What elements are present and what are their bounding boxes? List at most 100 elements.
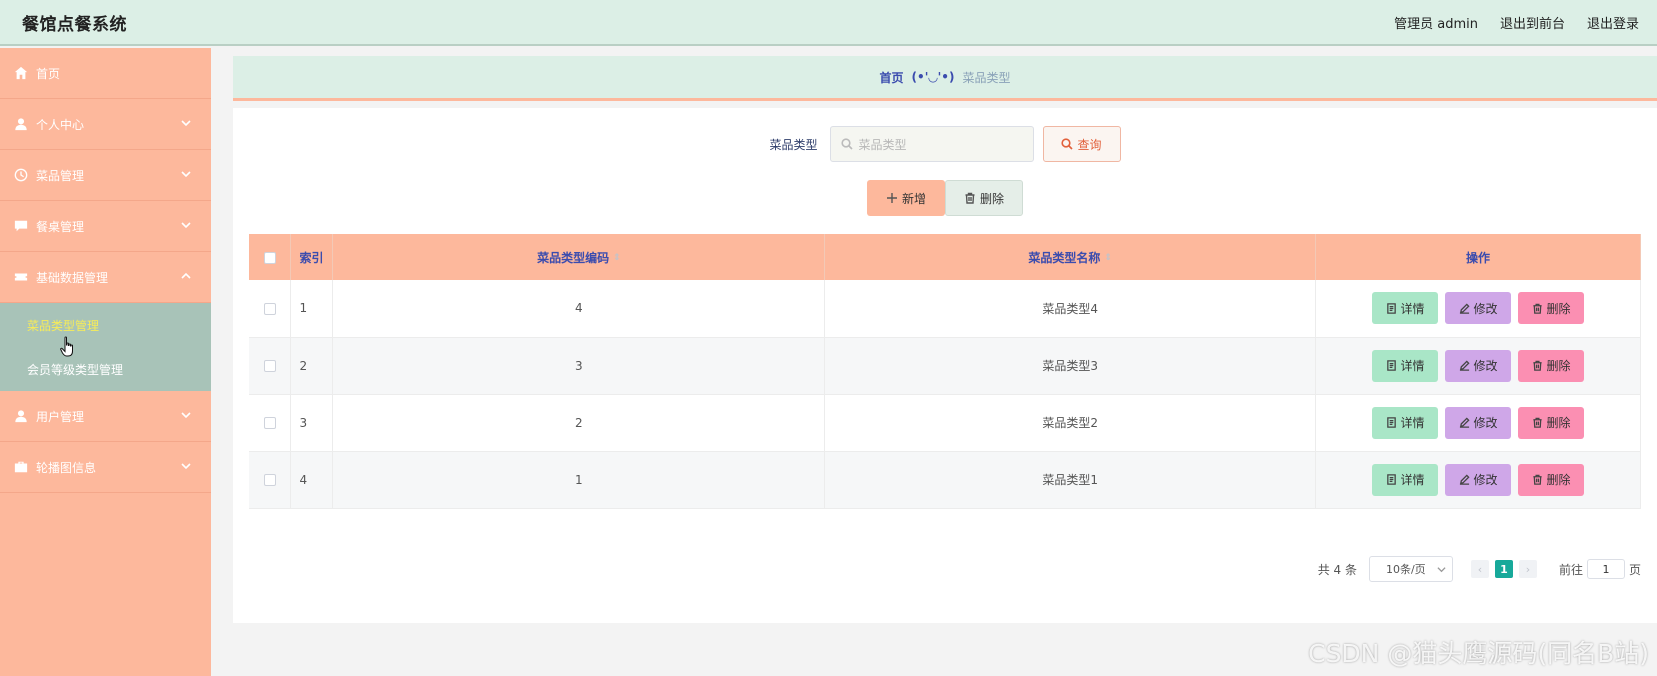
trash-icon <box>1532 303 1542 314</box>
sidebar-item-label: 菜品管理 <box>36 168 85 183</box>
edit-icon <box>1459 474 1470 485</box>
column-header-name[interactable]: 菜品类型名称 ⇕ <box>824 234 1317 280</box>
query-button-label: 查询 <box>1077 137 1102 152</box>
search-input[interactable]: 菜品类型 <box>829 126 1034 162</box>
row-check-cell[interactable] <box>249 280 292 338</box>
detail-button[interactable]: 详情 <box>1372 406 1439 439</box>
exit-to-front-link[interactable]: 退出到前台 <box>1500 13 1565 32</box>
edit-button[interactable]: 修改 <box>1445 292 1512 325</box>
page-number-current[interactable]: 1 <box>1494 560 1513 578</box>
search-placeholder: 菜品类型 <box>858 137 907 152</box>
row-actions: 详情 修改 删除 <box>1315 451 1641 509</box>
detail-button[interactable]: 详情 <box>1372 292 1439 325</box>
trash-icon <box>1532 360 1542 371</box>
select-all-cell[interactable] <box>249 234 292 280</box>
add-button[interactable]: 新增 <box>867 180 945 216</box>
next-page-button[interactable]: › <box>1518 560 1537 578</box>
sidebar-item-label: 首页 <box>36 66 61 81</box>
submenu-item-member-level-type[interactable]: 会员等级类型管理 <box>0 347 211 391</box>
sort-icon[interactable]: ⇕ <box>613 253 621 263</box>
search-form: 菜品类型 菜品类型 查询 <box>233 126 1657 162</box>
sidebar-item-personal-center[interactable]: 个人中心 <box>0 99 211 150</box>
edit-icon <box>1459 303 1470 314</box>
edit-button-label: 修改 <box>1473 473 1498 487</box>
edit-button[interactable]: 修改 <box>1445 406 1512 439</box>
row-check-cell[interactable] <box>249 394 292 452</box>
action-buttons: 新增 删除 <box>233 180 1657 216</box>
document-icon <box>1386 360 1396 371</box>
sidebar-item-label: 用户管理 <box>36 409 85 424</box>
page-size-select[interactable]: 10条/页 <box>1368 556 1453 582</box>
row-actions: 详情 修改 删除 <box>1315 394 1641 452</box>
table-header-row: 索引 菜品类型编码 ⇕ 菜品类型名称 ⇕ 操作 <box>249 234 1641 280</box>
admin-user-label[interactable]: 管理员 admin <box>1394 13 1478 32</box>
row-index: 1 <box>290 280 334 338</box>
column-header-code-label: 菜品类型编码 <box>537 250 610 265</box>
detail-button-label: 详情 <box>1400 301 1425 316</box>
pagination-total: 共 4 条 <box>1317 562 1357 577</box>
row-checkbox[interactable] <box>263 302 276 315</box>
detail-button[interactable]: 详情 <box>1372 463 1439 496</box>
detail-button-label: 详情 <box>1400 473 1425 487</box>
logout-link[interactable]: 退出登录 <box>1587 13 1639 32</box>
column-header-actions: 操作 <box>1315 234 1641 280</box>
sidebar-item-carousel[interactable]: 轮播图信息 <box>0 442 211 493</box>
row-checkbox[interactable] <box>263 417 276 429</box>
detail-button[interactable]: 详情 <box>1372 349 1439 382</box>
main-content: 首页 (•'◡'•) 菜品类型 菜品类型 菜品类型 查询 新增 删除 索引 菜品… <box>211 48 1657 676</box>
row-name: 菜品类型3 <box>824 337 1317 395</box>
row-index: 3 <box>290 394 334 452</box>
row-checkbox[interactable] <box>263 474 276 486</box>
row-actions: 详情 修改 删除 <box>1315 337 1641 395</box>
select-all-checkbox[interactable] <box>263 251 276 264</box>
delete-button[interactable]: 删除 <box>1518 349 1585 382</box>
header-actions: 管理员 admin 退出到前台 退出登录 <box>1394 13 1639 32</box>
sidebar-item-label: 轮播图信息 <box>36 460 97 475</box>
chevron-down-icon <box>181 460 193 472</box>
trash-icon <box>965 192 975 204</box>
sidebar-item-home[interactable]: 首页 <box>0 48 211 99</box>
sort-icon[interactable]: ⇕ <box>1104 253 1112 263</box>
chevron-down-icon <box>181 168 193 180</box>
column-header-index: 索引 <box>290 234 334 280</box>
delete-button[interactable]: 删除 <box>1518 406 1585 439</box>
submenu-item-dish-type[interactable]: 菜品类型管理 <box>0 303 211 347</box>
delete-button[interactable]: 删除 <box>1518 463 1585 496</box>
row-check-cell[interactable] <box>249 337 292 395</box>
row-code: 1 <box>332 451 826 509</box>
sidebar-item-table-management[interactable]: 餐桌管理 <box>0 201 211 252</box>
table-row: 3 2 菜品类型2 详情 修改 删除 <box>249 394 1641 452</box>
edit-button-label: 修改 <box>1473 359 1498 373</box>
batch-delete-button[interactable]: 删除 <box>945 180 1023 216</box>
page-suffix: 页 <box>1628 562 1641 577</box>
sidebar-item-label: 个人中心 <box>36 117 85 132</box>
delete-button-label: 删除 <box>1546 416 1571 430</box>
chevron-down-icon <box>181 219 193 231</box>
detail-button-label: 详情 <box>1400 416 1425 430</box>
edit-button[interactable]: 修改 <box>1445 463 1512 496</box>
row-name: 菜品类型2 <box>824 394 1317 452</box>
search-icon <box>840 138 853 150</box>
row-name: 菜品类型1 <box>824 451 1317 509</box>
breadcrumb-current: 菜品类型 <box>962 70 1011 85</box>
row-checkbox[interactable] <box>263 360 276 372</box>
sidebar-item-dish-management[interactable]: 菜品管理 <box>0 150 211 201</box>
breadcrumb-home[interactable]: 首页 <box>880 69 904 86</box>
query-button[interactable]: 查询 <box>1042 126 1121 162</box>
edit-button[interactable]: 修改 <box>1445 349 1512 382</box>
column-header-code[interactable]: 菜品类型编码 ⇕ <box>332 234 826 280</box>
top-header: 餐馆点餐系统 管理员 admin 退出到前台 退出登录 <box>0 0 1657 46</box>
document-icon <box>1386 474 1396 485</box>
chevron-down-icon <box>181 117 193 129</box>
sidebar-item-user-management[interactable]: 用户管理 <box>0 391 211 442</box>
row-check-cell[interactable] <box>249 451 292 509</box>
goto-page-input[interactable]: 1 <box>1586 559 1625 579</box>
prev-page-button[interactable]: ‹ <box>1470 560 1489 578</box>
sidebar-item-basic-data[interactable]: 基础数据管理 <box>0 252 211 303</box>
chevron-down-icon <box>1437 566 1446 572</box>
search-icon <box>1061 138 1074 150</box>
delete-button[interactable]: 删除 <box>1518 292 1585 325</box>
goto-label: 前往 <box>1558 562 1583 577</box>
edit-button-label: 修改 <box>1473 301 1498 316</box>
chat-icon <box>14 219 28 233</box>
